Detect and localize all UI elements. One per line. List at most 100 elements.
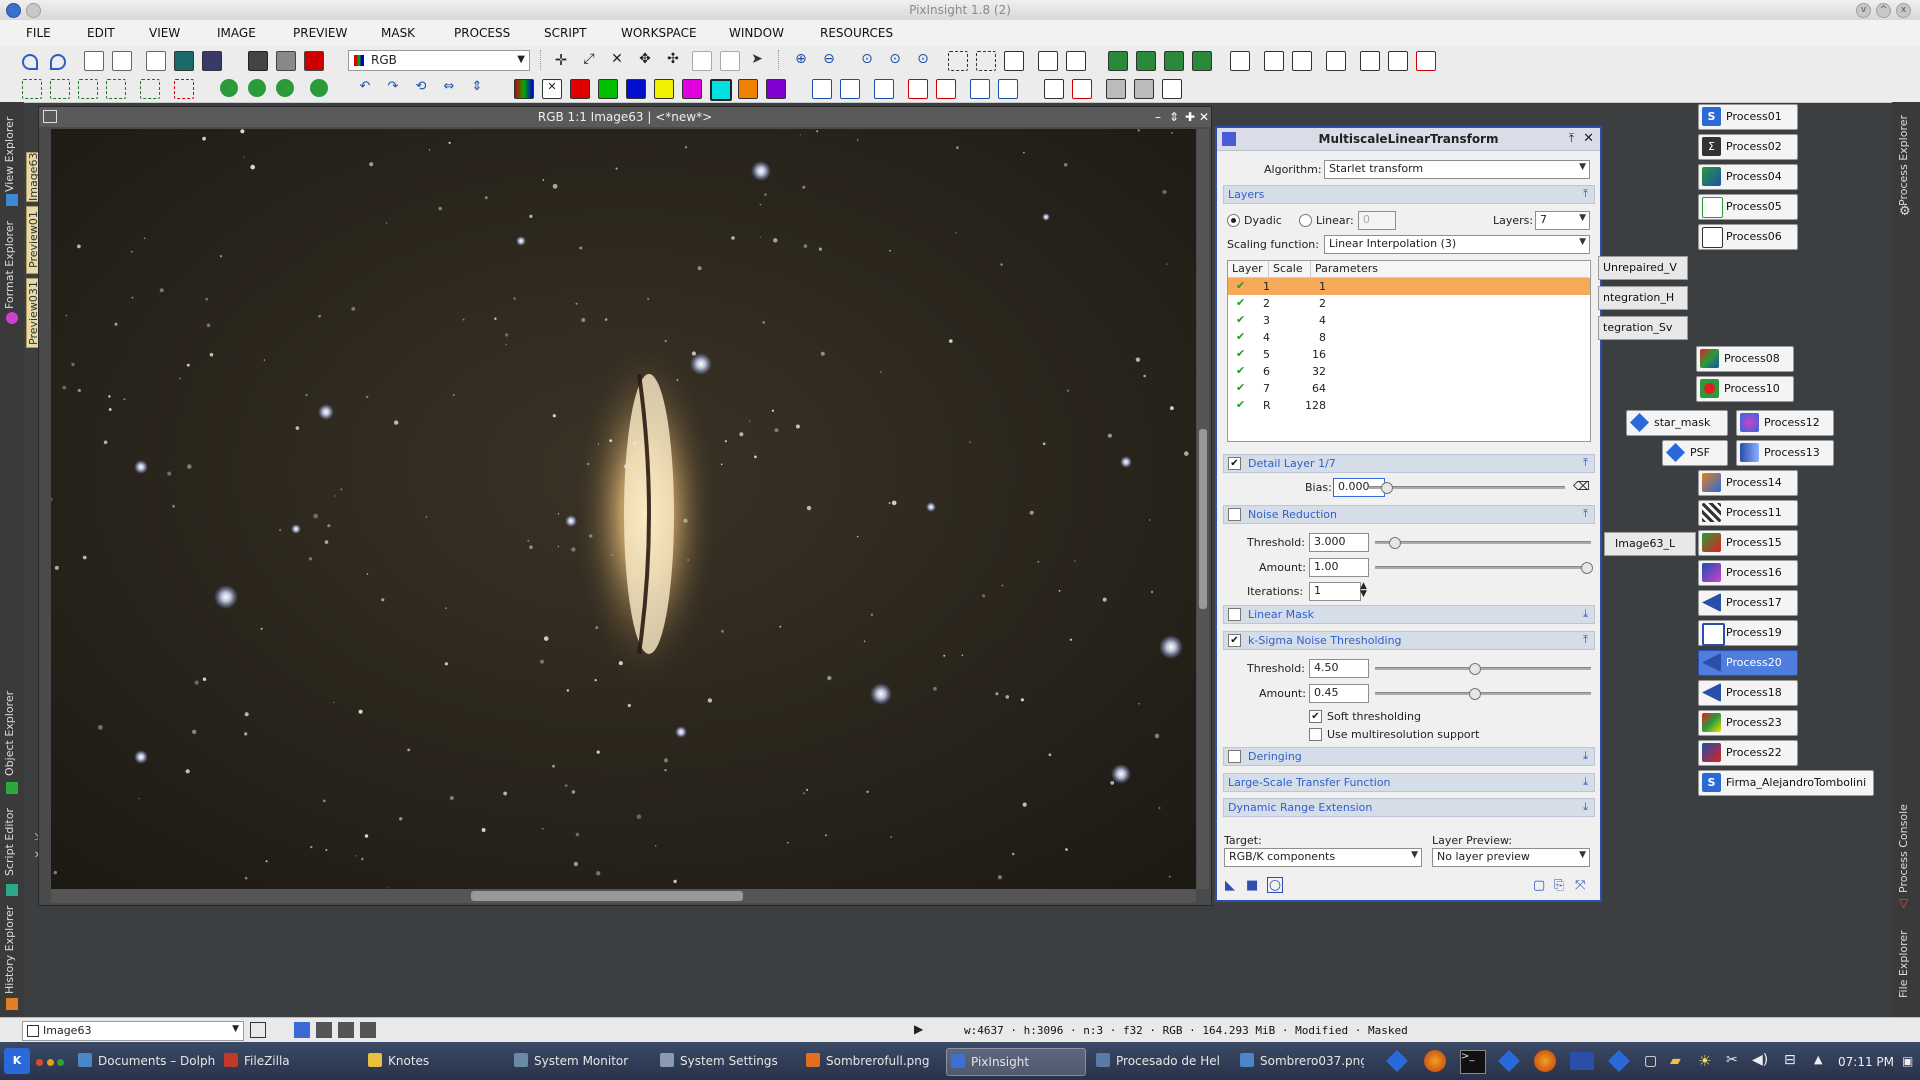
tray-notes-icon[interactable]: ▢	[1644, 1053, 1657, 1069]
maximize-icon[interactable]: ^	[1876, 3, 1891, 18]
process-icon-integration-h[interactable]: ntegration_H	[1598, 286, 1688, 310]
image-shade-icon[interactable]: ⇕	[1169, 110, 1179, 124]
stf-icon[interactable]	[1108, 51, 1128, 71]
history-explorer-tab[interactable]: History Explorer	[3, 902, 21, 997]
mask-show-icon[interactable]	[220, 79, 238, 97]
menu-script[interactable]: SCRIPT	[544, 26, 586, 40]
menu-process[interactable]: PROCESS	[454, 26, 510, 40]
enabled-check-icon[interactable]: ✔	[1236, 296, 1245, 309]
window-icon[interactable]	[1004, 51, 1024, 71]
task-knotes[interactable]: Knotes	[368, 1048, 468, 1074]
enabled-check-icon[interactable]: ✔	[1236, 381, 1245, 394]
process-icon-process19[interactable]: Process19	[1698, 620, 1798, 646]
process-icon-process11[interactable]: Process11	[1698, 500, 1798, 526]
iterations-spinner-icon[interactable]: ▲ ▼	[1360, 582, 1367, 599]
browse-documentation-icon[interactable]: ⎘	[1554, 878, 1564, 893]
preview-all-icon[interactable]	[140, 79, 160, 99]
process-icon-process06[interactable]: Process06	[1698, 224, 1798, 250]
green-channel-icon[interactable]	[598, 79, 618, 99]
magenta-mask-icon[interactable]	[682, 79, 702, 99]
table-row[interactable]: ✔ 2 2	[1228, 295, 1590, 312]
nr-amount-field[interactable]: 1.00	[1309, 558, 1369, 577]
dialog-shade-icon[interactable]: ⤒	[1569, 131, 1574, 146]
undo-icon[interactable]	[22, 54, 38, 70]
export-icon[interactable]	[1292, 51, 1312, 71]
deringing-checkbox[interactable]	[1228, 750, 1241, 763]
tray-tools-icon[interactable]: ✂	[1726, 1052, 1738, 1068]
task-procesado[interactable]: Procesado de Heli	[1096, 1048, 1220, 1074]
mask-remove-icon[interactable]	[310, 79, 328, 97]
menu-image[interactable]: IMAGE	[217, 26, 256, 40]
table-header-parameters[interactable]: Parameters	[1311, 261, 1589, 278]
noise-reduction-section-header[interactable]: Noise Reduction ⤒	[1223, 505, 1595, 524]
process-icon-process22[interactable]: Process22	[1698, 740, 1798, 766]
process-icon-process23[interactable]: Process23	[1698, 710, 1798, 736]
zoom-out-icon[interactable]: ⊖	[820, 51, 838, 69]
redo-icon[interactable]	[50, 54, 66, 70]
readout-icon[interactable]	[1230, 51, 1250, 71]
nr-amount-slider[interactable]	[1375, 562, 1593, 574]
algorithm-select[interactable]: Starlet transform ▼	[1324, 160, 1590, 179]
ks-threshold-handle[interactable]	[1469, 663, 1481, 675]
image-minimize-icon[interactable]: –	[1155, 110, 1161, 124]
table-row[interactable]: ✔ 4 8	[1228, 329, 1590, 346]
process-icon-process13[interactable]: Process13	[1736, 440, 1834, 466]
process-icon-process08[interactable]: Process08	[1696, 346, 1794, 372]
process-icon-unrepaired[interactable]: Unrepaired_V	[1598, 256, 1688, 280]
preview-row-icon[interactable]	[78, 79, 98, 99]
cyan-mask-icon[interactable]	[710, 79, 732, 101]
enabled-check-icon[interactable]: ✔	[1236, 330, 1245, 343]
violet-mask-icon[interactable]	[766, 79, 786, 99]
nr-iterations-field[interactable]: 1	[1309, 582, 1361, 601]
image-maximize-icon[interactable]: ✚	[1185, 110, 1195, 124]
menu-edit[interactable]: EDIT	[87, 26, 115, 40]
nr-threshold-field[interactable]: 3.000	[1309, 533, 1369, 552]
pointer-icon[interactable]: ➤	[748, 51, 766, 69]
target-select[interactable]: RGB/K components ▼	[1224, 848, 1422, 867]
object-explorer-tab[interactable]: Object Explorer	[3, 686, 21, 781]
process-icon-process12[interactable]: Process12	[1736, 410, 1834, 436]
task-sombrero037[interactable]: Sombrero037.png	[1240, 1048, 1364, 1074]
mirror-vertical-icon[interactable]: ⇕	[468, 79, 486, 97]
table-header-scale[interactable]: Scale	[1269, 261, 1311, 278]
zoom-fill-icon[interactable]: ✕	[608, 51, 626, 69]
menu-workspace[interactable]: WORKSPACE	[621, 26, 697, 40]
display-mode-rgb-icon[interactable]	[294, 1022, 310, 1038]
stf-reset-icon[interactable]	[1164, 51, 1184, 71]
tray-volume-icon[interactable]: ◀)	[1752, 1052, 1768, 1068]
real-time-preview-icon[interactable]: ▢	[1533, 878, 1545, 893]
process-icon-process18[interactable]: Process18	[1698, 680, 1798, 706]
vertical-scrollbar[interactable]	[1197, 129, 1209, 889]
dre-section-header[interactable]: Dynamic Range Extension ⤓	[1223, 798, 1595, 817]
move-icon[interactable]: ✣	[664, 51, 682, 69]
rotate-left-icon[interactable]: ↶	[356, 79, 374, 97]
layer-preview-select[interactable]: No layer preview ▼	[1432, 848, 1590, 867]
crop-icon[interactable]	[248, 51, 268, 71]
soft-thresholding-checkbox[interactable]: ✔	[1309, 710, 1322, 723]
enabled-check-icon[interactable]: ✔	[1236, 347, 1245, 360]
close-all-icon[interactable]	[1416, 51, 1436, 71]
layers-count-select[interactable]: 7 ▼	[1535, 211, 1590, 230]
pan-icon[interactable]: ✥	[636, 51, 654, 69]
layout-a-icon[interactable]	[1106, 79, 1126, 99]
display-mode-b-icon[interactable]	[360, 1022, 376, 1038]
preview-col-icon[interactable]	[106, 79, 126, 99]
task-sombrerofull[interactable]: Sombrerofull.png	[806, 1048, 930, 1074]
blue-channel-icon[interactable]	[626, 79, 646, 99]
delete-preview-icon[interactable]	[174, 79, 194, 99]
process-icon-process14[interactable]: Process14	[1698, 470, 1798, 496]
new-image-icon[interactable]	[84, 51, 104, 71]
process-icon-process02[interactable]: Σ Process02	[1698, 134, 1798, 160]
launcher-pixinsight-icon[interactable]	[1386, 1050, 1408, 1072]
fit-window-icon[interactable]	[976, 51, 996, 71]
process-icon-process10[interactable]: Process10	[1696, 376, 1794, 402]
bias-slider[interactable]	[1369, 482, 1565, 494]
lstf-section-header[interactable]: Large-Scale Transfer Function ⤓	[1223, 773, 1595, 792]
launcher-firefox2-icon[interactable]	[1534, 1050, 1556, 1072]
rotate-right-icon[interactable]: ↷	[384, 79, 402, 97]
dyadic-radio[interactable]	[1227, 214, 1240, 227]
horizontal-scrollbar[interactable]	[51, 889, 1196, 903]
image-close-icon[interactable]: ✕	[1199, 110, 1209, 124]
screen-link-icon[interactable]	[840, 79, 860, 99]
task-system-settings[interactable]: System Settings	[660, 1048, 780, 1074]
